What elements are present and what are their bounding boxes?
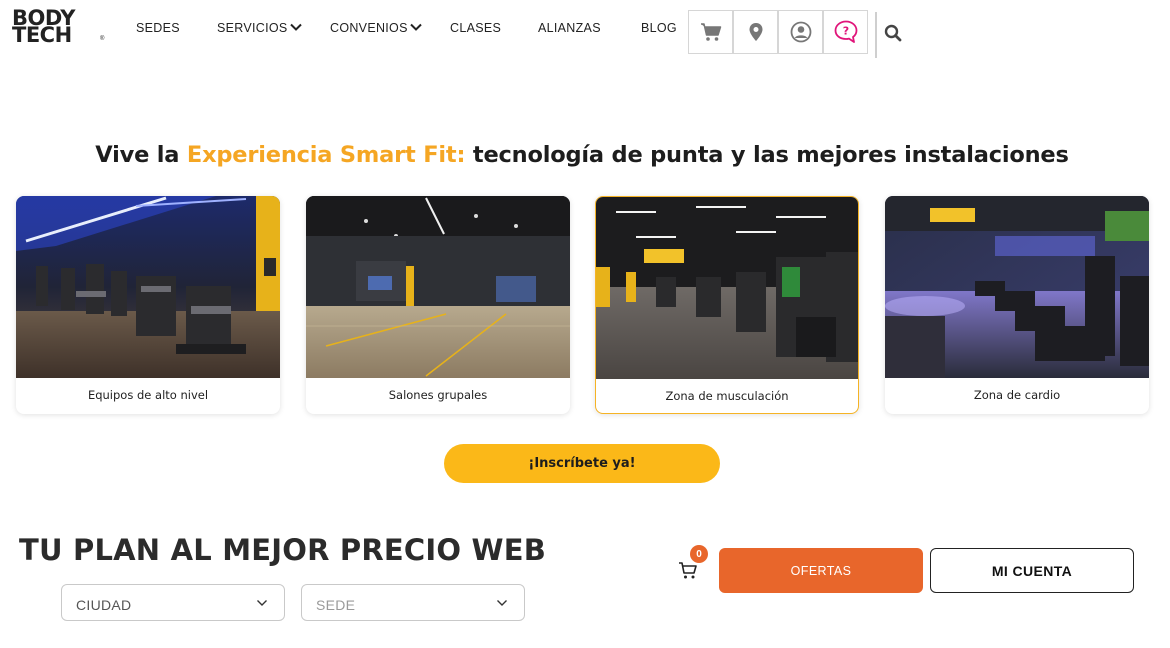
signup-cta-button[interactable]: ¡Inscríbete ya! — [444, 444, 720, 483]
headline-suffix: tecnología de punta y las mejores instal… — [465, 142, 1069, 168]
bodytech-logo[interactable]: BODY TECH ® — [12, 8, 105, 47]
card-caption: Salones grupales — [388, 388, 488, 402]
user-icon — [790, 21, 811, 43]
city-select-value: CIUDAD — [76, 597, 132, 613]
weights-zone-photo — [596, 197, 858, 379]
help-button[interactable]: ? — [823, 10, 868, 54]
card-caption: Equipos de alto nivel — [87, 388, 209, 402]
cardio-zone-photo — [885, 196, 1149, 378]
chevron-down-icon — [497, 600, 507, 606]
nav-convenios[interactable]: CONVENIOS — [330, 21, 408, 35]
logo-registered-mark: ® — [100, 36, 105, 42]
svg-text:?: ? — [842, 25, 848, 38]
feature-card-equipment[interactable]: Equipos de alto nivel — [16, 196, 280, 414]
cart-icon — [700, 23, 721, 41]
search-icon[interactable] — [884, 24, 902, 42]
account-button[interactable] — [778, 10, 823, 54]
headline-prefix: Vive la — [95, 142, 187, 168]
cart-count-badge: 0 — [690, 545, 708, 563]
nav-sedes[interactable]: SEDES — [136, 21, 180, 35]
headline-accent: Experiencia Smart Fit: — [186, 142, 466, 168]
location-button[interactable] — [733, 10, 778, 54]
chevron-down-icon — [257, 600, 267, 606]
section-headline: Vive la Experiencia Smart Fit: tecnologí… — [0, 142, 1164, 168]
ofertas-button[interactable]: OFERTAS — [719, 548, 923, 593]
help-chat-icon: ? — [834, 20, 857, 43]
chevron-down-icon[interactable] — [289, 20, 303, 34]
nav-alianzas[interactable]: ALIANZAS — [538, 21, 601, 35]
logo-line-2: TECH — [12, 23, 72, 47]
feature-card-cardio[interactable]: Zona de cardio — [885, 196, 1149, 414]
city-select[interactable]: CIUDAD — [61, 584, 285, 621]
plan-section-title: TU PLAN AL MEJOR PRECIO WEB — [19, 533, 547, 567]
feature-card-weights[interactable]: Zona de musculación — [595, 196, 859, 414]
nav-servicios[interactable]: SERVICIOS — [217, 21, 288, 35]
mi-cuenta-button[interactable]: MI CUENTA — [930, 548, 1134, 593]
header-divider — [875, 12, 877, 58]
card-caption: Zona de musculación — [665, 389, 789, 403]
sede-select-value: SEDE — [316, 597, 356, 613]
nav-clases[interactable]: CLASES — [450, 21, 501, 35]
site-header: BODY TECH ® SEDES SERVICIOS CONVENIOS CL… — [0, 0, 1170, 64]
location-pin-icon — [749, 23, 762, 41]
shopping-cart-icon[interactable] — [678, 560, 698, 580]
sede-select[interactable]: SEDE — [301, 584, 525, 621]
card-caption: Zona de cardio — [973, 388, 1061, 402]
gym-equipment-photo — [16, 196, 280, 378]
group-room-photo — [306, 196, 570, 378]
cart-button[interactable] — [688, 10, 733, 54]
chevron-down-icon[interactable] — [409, 20, 423, 34]
nav-blog[interactable]: BLOG — [641, 21, 677, 35]
feature-card-group-rooms[interactable]: Salones grupales — [306, 196, 570, 414]
